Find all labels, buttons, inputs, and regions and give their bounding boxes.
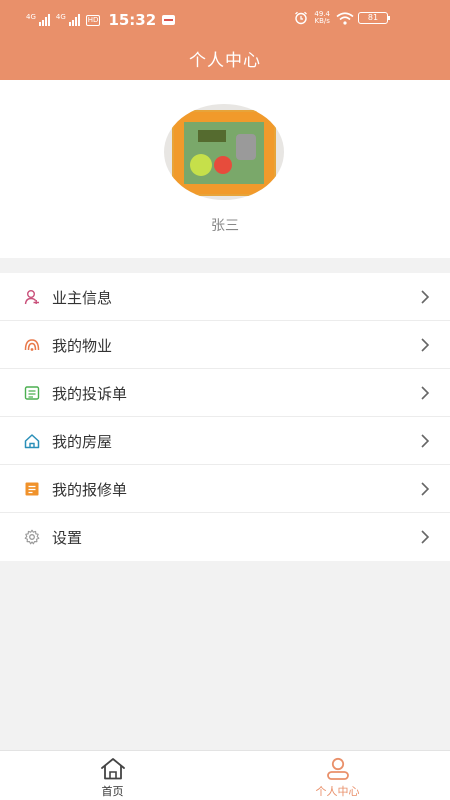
avatar[interactable] [164, 104, 284, 200]
network-type-1: 4G [26, 13, 36, 21]
menu-item-label: 设置 [52, 529, 83, 547]
tab-label: 首页 [101, 785, 124, 798]
app-header: 4G 4G HD 15:32 49.4 KB/s 81 个人中心 [0, 0, 450, 80]
chevron-right-icon [421, 386, 430, 400]
menu-item-owner-info[interactable]: 业主信息 [0, 273, 450, 321]
page-title: 个人中心 [189, 51, 261, 71]
profile-icon [327, 757, 349, 780]
signal-icon-2: 4G [55, 13, 80, 26]
tab-label: 个人中心 [315, 785, 360, 798]
owner-icon [24, 290, 39, 305]
network-speed: 49.4 KB/s [314, 11, 330, 25]
menu-item-label: 我的物业 [52, 337, 113, 355]
home-icon [101, 758, 125, 780]
wifi-icon [336, 11, 354, 25]
alarm-icon [295, 11, 308, 25]
menu-item-my-house[interactable]: 我的房屋 [0, 417, 450, 465]
signal-icon: 4G [26, 13, 50, 26]
chevron-right-icon [421, 530, 430, 544]
speed-unit: KB/s [314, 17, 330, 25]
menu-list: 业主信息 我的物业 我的投诉单 我的房屋 我的报修单 设置 [0, 273, 450, 561]
profile-section: 张三 [0, 80, 450, 258]
username: 张三 [211, 218, 239, 234]
tab-home[interactable]: 首页 [0, 751, 225, 800]
chevron-right-icon [421, 482, 430, 496]
menu-item-my-property[interactable]: 我的物业 [0, 321, 450, 369]
menu-item-label: 业主信息 [52, 289, 113, 307]
tab-profile[interactable]: 个人中心 [225, 751, 450, 800]
menu-item-label: 我的投诉单 [52, 385, 128, 403]
menu-item-label: 我的报修单 [52, 481, 128, 499]
chevron-right-icon [421, 338, 430, 352]
menu-item-label: 我的房屋 [52, 433, 113, 451]
battery-icon: 81 [358, 12, 390, 24]
repair-icon [25, 482, 39, 496]
bottom-tab-bar: 首页 个人中心 [0, 750, 450, 800]
menu-item-complaints[interactable]: 我的投诉单 [0, 369, 450, 417]
house-icon [24, 434, 40, 449]
menu-item-settings[interactable]: 设置 [0, 513, 450, 561]
menu-item-repairs[interactable]: 我的报修单 [0, 465, 450, 513]
hd-badge: HD [85, 14, 101, 26]
property-icon [24, 339, 40, 351]
chevron-right-icon [421, 290, 430, 304]
chevron-right-icon [421, 434, 430, 448]
network-type-2: 4G [55, 13, 66, 21]
status-bar: 4G 4G HD 15:32 49.4 KB/s 81 [0, 0, 450, 36]
complaint-icon [24, 386, 40, 400]
calendar-notification-icon [162, 15, 176, 25]
status-time: 15:32 [108, 11, 157, 29]
settings-icon [24, 529, 40, 545]
